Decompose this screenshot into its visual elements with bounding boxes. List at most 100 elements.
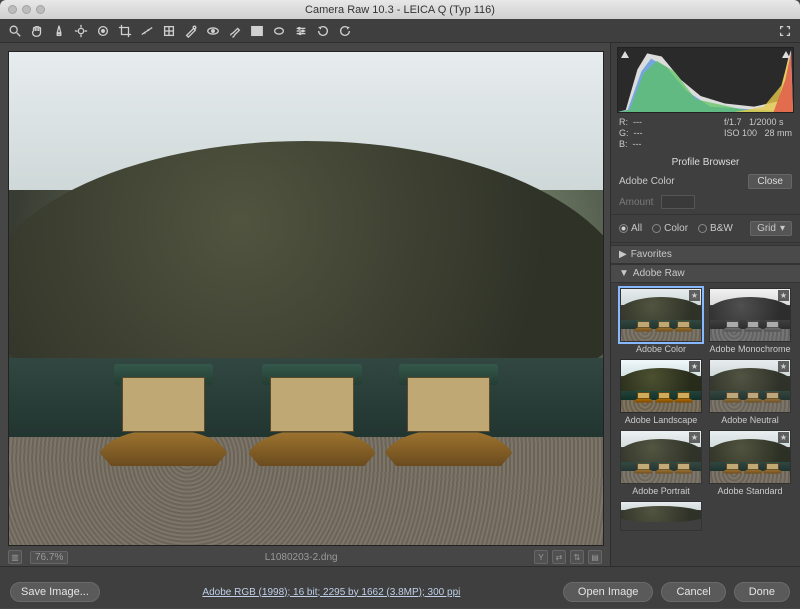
profile-std: ★ Adobe Standard — [708, 430, 792, 496]
readout-g: --- — [634, 128, 643, 138]
filter-bw-label: B&W — [710, 223, 733, 234]
save-image-button[interactable]: Save Image... — [10, 582, 100, 602]
toolbar — [0, 19, 800, 43]
profile-thumb[interactable]: ★ — [620, 359, 702, 413]
bottom-bar: Save Image... Adobe RGB (1998); 16 bit; … — [0, 566, 800, 608]
layout-toggle-icon[interactable]: ▥ — [8, 550, 22, 564]
spot-removal-icon[interactable] — [184, 24, 198, 38]
workflow-options-link[interactable]: Adobe RGB (1998); 16 bit; 2295 by 1662 (… — [202, 587, 460, 598]
rotate-cw-icon[interactable] — [338, 24, 352, 38]
filter-color-label: Color — [664, 223, 688, 234]
exif-shutter: 1/2000 s — [749, 117, 784, 127]
profile-extra — [619, 501, 703, 531]
amount-label: Amount — [619, 197, 653, 208]
favorites-label: Favorites — [631, 249, 672, 260]
profile-label: Adobe Landscape — [625, 415, 698, 425]
cancel-button[interactable]: Cancel — [661, 582, 725, 602]
crop-tool-icon[interactable] — [118, 24, 132, 38]
brush-icon[interactable] — [228, 24, 242, 38]
radial-filter-icon[interactable] — [272, 24, 286, 38]
rotate-ccw-icon[interactable] — [316, 24, 330, 38]
filter-row: All Color B&W Grid ▾ — [611, 217, 800, 240]
main-area: ▥ 76.7% L1080203-2.dng Y ⇄ ⇅ ▤ — [0, 43, 800, 566]
favorite-star-icon[interactable]: ★ — [689, 432, 700, 443]
filter-all-radio[interactable]: All — [619, 223, 642, 234]
exif-readout: f/1.7 1/2000 s ISO 100 28 mm — [724, 117, 792, 150]
profile-label: Adobe Color — [636, 344, 686, 354]
close-profile-browser-button[interactable]: Close — [748, 174, 792, 189]
filmstrip-icon[interactable]: ▤ — [588, 550, 602, 564]
viewer-footer: ▥ 76.7% L1080203-2.dng Y ⇄ ⇅ ▤ — [0, 548, 610, 566]
toolbar-left — [8, 24, 352, 38]
filter-color-radio[interactable]: Color — [652, 223, 688, 234]
readout-r: --- — [633, 117, 642, 127]
favorite-star-icon[interactable]: ★ — [778, 432, 789, 443]
favorite-star-icon[interactable]: ★ — [778, 290, 789, 301]
window-titlebar: Camera Raw 10.3 - LEICA Q (Typ 116) — [0, 0, 800, 19]
swap-icon[interactable]: ⇅ — [570, 550, 584, 564]
readout: R: --- G: --- B: --- f/1.7 1/2000 s ISO … — [611, 113, 800, 154]
color-sampler-icon[interactable] — [74, 24, 88, 38]
profile-label: Adobe Neutral — [721, 415, 779, 425]
compare-icon[interactable]: ⇄ — [552, 550, 566, 564]
fullscreen-icon[interactable] — [778, 24, 792, 38]
target-adjust-icon[interactable] — [96, 24, 110, 38]
current-profile-row: Adobe Color Close — [611, 171, 800, 192]
chevron-down-icon: ▾ — [780, 223, 785, 234]
triangle-down-icon: ▼ — [619, 268, 629, 279]
profile-thumb[interactable]: ★ — [620, 288, 702, 342]
filter-bw-radio[interactable]: B&W — [698, 223, 733, 234]
profile-grid: ★Adobe Color★Adobe Monochrome★Adobe Land… — [611, 283, 800, 536]
transform-icon[interactable] — [162, 24, 176, 38]
view-mode-label: Grid — [757, 223, 776, 234]
amount-row: Amount — [611, 192, 800, 212]
before-after-y-icon[interactable]: Y — [534, 550, 548, 564]
exif-iso: ISO 100 — [724, 128, 757, 138]
histogram[interactable] — [617, 47, 794, 113]
zoom-tool-icon[interactable] — [8, 24, 22, 38]
profile-land: ★ Adobe Landscape — [619, 359, 703, 425]
profile-thumb[interactable]: ★ — [709, 359, 791, 413]
profile-thumb[interactable]: ★ — [709, 288, 791, 342]
profile-thumb[interactable] — [620, 501, 702, 531]
image-preview[interactable] — [8, 51, 604, 546]
filename-label: L1080203-2.dng — [265, 552, 338, 563]
exif-aperture: f/1.7 — [724, 117, 742, 127]
favorites-header[interactable]: ▶ Favorites — [611, 245, 800, 264]
rgb-readout: R: --- G: --- B: --- — [619, 117, 643, 150]
filter-all-label: All — [631, 223, 642, 234]
hand-tool-icon[interactable] — [30, 24, 44, 38]
done-button[interactable]: Done — [734, 582, 790, 602]
favorite-star-icon[interactable]: ★ — [778, 361, 789, 372]
profile-thumb[interactable]: ★ — [709, 430, 791, 484]
preferences-icon[interactable] — [294, 24, 308, 38]
profile-port: ★ Adobe Portrait — [619, 430, 703, 496]
zoom-level[interactable]: 76.7% — [30, 551, 68, 564]
profile-thumb[interactable]: ★ — [620, 430, 702, 484]
adobe-raw-label: Adobe Raw — [633, 268, 685, 279]
window-title: Camera Raw 10.3 - LEICA Q (Typ 116) — [0, 4, 800, 16]
view-mode-dropdown[interactable]: Grid ▾ — [750, 221, 792, 236]
profile-label: Adobe Standard — [717, 486, 782, 496]
white-balance-icon[interactable] — [52, 24, 66, 38]
profile-color: ★ Adobe Color — [619, 288, 703, 354]
triangle-right-icon: ▶ — [619, 249, 627, 260]
graduated-filter-icon[interactable] — [250, 24, 264, 38]
adobe-raw-header[interactable]: ▼ Adobe Raw — [611, 264, 800, 283]
amount-field — [661, 195, 695, 209]
profile-browser-title: Profile Browser — [611, 154, 800, 171]
profile-neut: ★ Adobe Neutral — [708, 359, 792, 425]
red-eye-icon[interactable] — [206, 24, 220, 38]
readout-b: --- — [633, 139, 642, 149]
favorite-star-icon[interactable]: ★ — [689, 361, 700, 372]
exif-focal: 28 mm — [764, 128, 792, 138]
favorite-star-icon[interactable]: ★ — [689, 290, 700, 301]
profile-mono: ★ Adobe Monochrome — [708, 288, 792, 354]
open-image-button[interactable]: Open Image — [563, 582, 654, 602]
profile-label: Adobe Monochrome — [709, 344, 790, 354]
current-profile-name: Adobe Color — [619, 176, 675, 187]
side-panel: R: --- G: --- B: --- f/1.7 1/2000 s ISO … — [610, 43, 800, 566]
straighten-icon[interactable] — [140, 24, 154, 38]
profile-label: Adobe Portrait — [632, 486, 690, 496]
image-viewer: ▥ 76.7% L1080203-2.dng Y ⇄ ⇅ ▤ — [0, 43, 610, 566]
